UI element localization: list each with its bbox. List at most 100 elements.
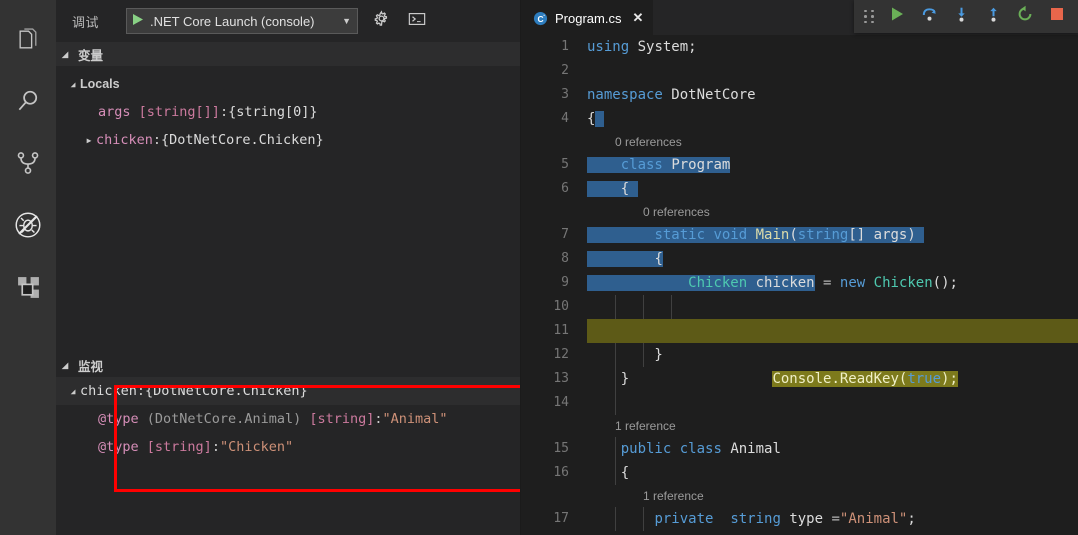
watch-member-qualifier: (DotNetCore.Animal) [146, 411, 302, 427]
activity-item-explorer[interactable] [0, 8, 56, 70]
scope-row-locals[interactable]: ◢ Locals [56, 70, 521, 98]
play-icon [132, 13, 144, 29]
csharp-file-icon: C [533, 11, 548, 26]
line-number: 9 [561, 275, 569, 290]
code-lens[interactable]: 0 references [521, 201, 1078, 223]
line-number: 5 [561, 157, 569, 172]
line-number: 3 [561, 87, 569, 102]
watch-tree: ◢ chicken : {DotNetCore.Chicken} @type (… [56, 377, 521, 461]
step-into-icon [953, 6, 970, 28]
watch-section: ◢ 监视 ◢ chicken : {DotNetCore.Chicken} @t… [56, 353, 521, 461]
debug-header: 调试 .NET Core Launch (console) ▼ [56, 0, 521, 42]
watch-separator: : [374, 411, 383, 427]
svg-text:C: C [537, 13, 543, 23]
open-debug-console-icon [408, 11, 426, 32]
debug-icon [13, 210, 43, 240]
line-number: 13 [553, 371, 569, 386]
chevron-expanded-icon[interactable]: ◢ [66, 387, 80, 396]
code-line-text: Chicken chicken = new Chicken(); [587, 271, 1078, 295]
debug-sidebar: 调试 .NET Core Launch (console) ▼ ◢ 变量 ◢ L… [56, 0, 556, 535]
code-editor[interactable]: 1 using System; 2 3 namespace DotNetCore… [521, 35, 1078, 535]
code-lens[interactable]: 1 reference [521, 485, 1078, 507]
source-control-icon [15, 150, 41, 176]
chevron-expanded-icon: ◢ [62, 49, 69, 59]
step-over-button[interactable] [914, 3, 944, 31]
line-number: 7 [561, 227, 569, 242]
line-number: 11 [553, 323, 569, 338]
line-number: 12 [553, 347, 569, 362]
variables-section-header[interactable]: ◢ 变量 [56, 42, 521, 66]
chevron-down-icon: ▼ [342, 16, 351, 26]
variable-name: chicken [96, 132, 153, 148]
activity-item-search[interactable] [0, 70, 56, 132]
watch-member-type: [string] [146, 439, 212, 455]
variable-row[interactable]: ▶ chicken : {DotNetCore.Chicken} [56, 126, 521, 154]
vscode-window: 调试 .NET Core Launch (console) ▼ ◢ 变量 ◢ L… [0, 0, 1078, 535]
code-lens-text: 0 references [643, 205, 710, 219]
activity-item-source-control[interactable] [0, 132, 56, 194]
close-icon[interactable]: ✕ [632, 10, 643, 26]
step-over-icon [921, 6, 938, 28]
code-line: 5 class Program [521, 153, 1078, 177]
continue-button[interactable] [882, 3, 912, 31]
variable-row[interactable]: args [string[]] : {string[0]} [56, 98, 521, 126]
launch-configuration-dropdown[interactable]: .NET Core Launch (console) ▼ [126, 8, 358, 34]
variable-type: [string[]] [138, 104, 220, 120]
chevron-expanded-icon: ◢ [62, 360, 69, 370]
variables-section-label: 变量 [78, 48, 104, 63]
code-line-text: private string type ="Animal"; [587, 507, 1078, 531]
code-line: 17 private string type ="Animal"; [521, 507, 1078, 531]
line-number: 6 [561, 181, 569, 196]
watch-row[interactable]: @type (DotNetCore.Animal) [string] : "An… [56, 405, 521, 433]
editor-tab-program-cs[interactable]: C Program.cs ✕ [521, 0, 654, 35]
restart-button[interactable] [1010, 3, 1040, 31]
code-lens-text: 1 reference [615, 419, 676, 433]
debug-settings-button[interactable] [368, 8, 394, 34]
drag-handle-icon[interactable] [858, 9, 880, 24]
watch-member-value: "Animal" [382, 411, 448, 427]
stop-icon [1050, 7, 1064, 26]
code-line: 12 } [521, 343, 1078, 367]
step-into-button[interactable] [946, 3, 976, 31]
code-lens-text: 0 references [615, 135, 682, 149]
activity-item-run-and-debug[interactable] [0, 194, 56, 256]
watch-separator: : [136, 383, 146, 399]
variable-value: {string[0]} [228, 104, 318, 120]
code-line: 10 [521, 295, 1078, 319]
watch-section-header[interactable]: ◢ 监视 [56, 353, 521, 377]
code-line-text: } [587, 367, 1078, 391]
variable-separator: : [219, 104, 229, 120]
step-out-button[interactable] [978, 3, 1008, 31]
watch-member-type: [string] [309, 411, 375, 427]
variable-name: args [98, 104, 131, 120]
code-line-text: namespace DotNetCore [587, 87, 756, 103]
code-lens[interactable]: 0 references [521, 131, 1078, 153]
activity-item-extensions[interactable] [0, 256, 56, 318]
code-line: 1 using System; [521, 35, 1078, 59]
continue-icon [890, 6, 905, 27]
code-line-text: { [587, 177, 1078, 201]
code-line: 9 Chicken chicken = new Chicken(); [521, 271, 1078, 295]
watch-separator: : [211, 439, 220, 455]
code-line: 2 [521, 59, 1078, 83]
code-lens[interactable]: 1 reference [521, 415, 1078, 437]
watch-row[interactable]: ◢ chicken : {DotNetCore.Chicken} [56, 377, 521, 405]
stop-button[interactable] [1042, 3, 1072, 31]
watch-row[interactable]: @type [string] : "Chicken" [56, 433, 521, 461]
code-line-text: { [587, 461, 1078, 485]
code-line-text: { [587, 247, 1078, 271]
code-line-text: Console.ReadKey(true); [587, 319, 1078, 387]
code-line-text: static void Main(string[] args) [587, 223, 1078, 247]
search-icon [15, 88, 41, 114]
code-line: 4 { [521, 107, 1078, 131]
watch-member-name: @type [98, 411, 139, 427]
editor-group: C Program.cs ✕ 1 using System; 2 3 names… [521, 0, 1078, 535]
extensions-icon [16, 275, 41, 300]
gear-icon [373, 10, 390, 32]
line-number: 17 [553, 511, 569, 526]
open-debug-console-button[interactable] [404, 8, 430, 34]
code-line-text [587, 391, 1078, 415]
code-line: 14 [521, 391, 1078, 415]
line-number: 15 [553, 441, 569, 456]
chevron-collapsed-icon[interactable]: ▶ [82, 136, 96, 145]
